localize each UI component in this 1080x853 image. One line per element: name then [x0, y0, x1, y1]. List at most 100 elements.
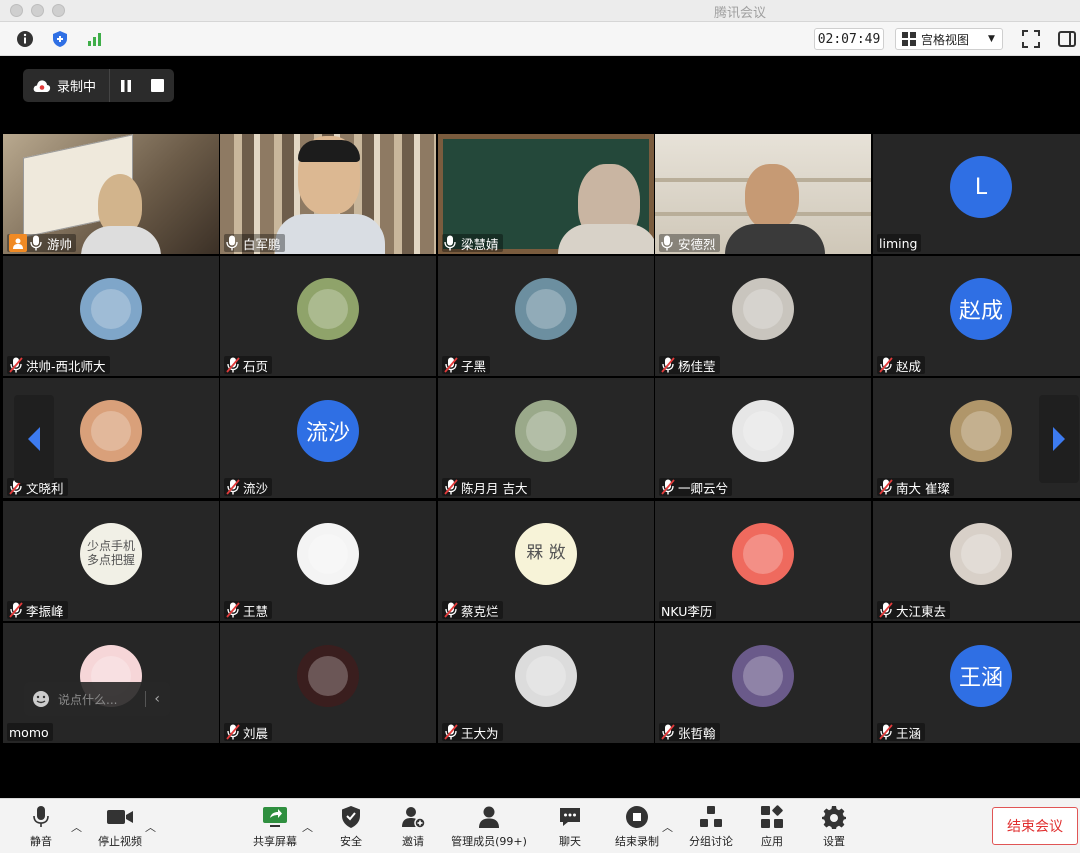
- avatar: [950, 523, 1012, 585]
- avatar-initials: 流沙: [305, 421, 350, 446]
- end-meeting-button[interactable]: 结束会议: [992, 807, 1078, 845]
- participant-nametag: 李振峰: [7, 601, 68, 619]
- participant-tile[interactable]: 槑 敚蔡克烂: [438, 501, 654, 621]
- cloud-icon: [33, 79, 51, 93]
- participant-tile[interactable]: 刘晨: [220, 623, 436, 743]
- next-page-button[interactable]: [1039, 395, 1079, 483]
- participant-tile[interactable]: 子黑: [438, 256, 654, 376]
- window-title: 腾讯会议: [713, 6, 766, 21]
- participant-name: liming: [879, 235, 918, 251]
- mute-button[interactable]: 静音: [6, 805, 76, 849]
- participant-tile[interactable]: 陈月月 吉大: [438, 378, 654, 498]
- participant-nametag: liming: [877, 234, 922, 252]
- microphone-icon: [30, 235, 44, 251]
- collapse-chat-icon[interactable]: ‹: [145, 691, 160, 707]
- participant-name: 子黑: [461, 358, 487, 374]
- participant-tile[interactable]: 大江東去: [873, 501, 1080, 621]
- avatar: [515, 278, 577, 340]
- participant-tile[interactable]: 王慧: [220, 501, 436, 621]
- host-badge-icon: [9, 234, 27, 252]
- chevron-down-icon: ▼: [988, 34, 995, 44]
- meeting-toolbar: 02:07:49 宫格视图 ▼: [0, 22, 1080, 56]
- title-bar: 腾讯会议: [0, 0, 1080, 22]
- participant-tile[interactable]: 张哲翰: [655, 623, 871, 743]
- fullscreen-icon[interactable]: [1022, 30, 1040, 48]
- participant-name: 王大为: [461, 725, 499, 741]
- avatar: [297, 278, 359, 340]
- record-options-caret[interactable]: ︿: [662, 819, 673, 835]
- participant-tile[interactable]: 白军鹏: [220, 134, 436, 254]
- microphone-icon: [226, 235, 240, 251]
- avatar: [732, 278, 794, 340]
- participant-nametag: 一卿云兮: [659, 478, 733, 496]
- participant-name: 王涵: [896, 725, 922, 741]
- participant-tile[interactable]: 赵成 赵成: [873, 256, 1080, 376]
- participant-tile[interactable]: 洪帅-西北师大: [3, 256, 219, 376]
- settings-button[interactable]: 设置: [799, 805, 869, 849]
- participant-tile[interactable]: 游帅: [3, 134, 219, 254]
- emoji-icon[interactable]: [32, 690, 50, 708]
- participant-tile[interactable]: 杨佳莹: [655, 256, 871, 376]
- chat-button[interactable]: 聊天: [535, 805, 605, 849]
- grid-icon: [902, 32, 916, 46]
- muted-microphone-icon: [444, 357, 458, 373]
- prev-page-button[interactable]: [14, 395, 54, 483]
- participant-nametag: 游帅: [7, 234, 77, 252]
- recording-indicator: 录制中: [23, 69, 174, 102]
- video-stage: 录制中 游帅 白军鹏 梁慧婧 安德烈 Lliming 洪帅-西北师大 石页 子黑 杨佳莹 赵成 赵成…: [0, 56, 1080, 798]
- avatar-caption: 多点把握: [86, 553, 135, 567]
- participant-nametag: 王大为: [442, 723, 503, 741]
- stop-icon: [151, 79, 164, 92]
- muted-microphone-icon: [879, 602, 893, 618]
- manage-members-button[interactable]: 管理成员(99+): [450, 805, 528, 849]
- video-options-caret[interactable]: ︿: [145, 819, 156, 835]
- participant-tile[interactable]: 石页: [220, 256, 436, 376]
- participant-name: NKU李历: [661, 603, 713, 619]
- add-user-icon: [401, 805, 425, 829]
- view-selector-label: 宫格视图: [921, 32, 970, 47]
- share-options-caret[interactable]: ︿: [302, 819, 313, 835]
- participant-name: 南大 崔璨: [896, 480, 950, 496]
- participant-tile[interactable]: Lliming: [873, 134, 1080, 254]
- signal-icon[interactable]: [85, 30, 103, 48]
- shield-icon[interactable]: [51, 30, 69, 48]
- pause-recording-button[interactable]: [109, 69, 141, 102]
- avatar: [297, 645, 359, 707]
- apps-button[interactable]: 应用: [737, 805, 807, 849]
- participant-nametag: 梁慧婧: [442, 234, 503, 252]
- chat-input-placeholder[interactable]: 说点什么...: [58, 691, 117, 708]
- participant-name: 洪帅-西北师大: [26, 358, 106, 374]
- participant-tile[interactable]: 流沙 流沙: [220, 378, 436, 498]
- participant-nametag: momo: [7, 723, 53, 741]
- participant-tile[interactable]: 王涵 王涵: [873, 623, 1080, 743]
- participant-nametag: 洪帅-西北师大: [7, 356, 110, 374]
- info-icon[interactable]: [16, 30, 34, 48]
- avatar-caption: 少点手机: [86, 539, 135, 554]
- view-selector[interactable]: 宫格视图 ▼: [895, 28, 1003, 50]
- quick-chat-box[interactable]: 说点什么... ‹: [24, 682, 170, 716]
- avatar: 王涵: [950, 645, 1012, 707]
- breakout-rooms-button[interactable]: 分组讨论: [676, 805, 746, 849]
- muted-microphone-icon: [661, 724, 675, 740]
- invite-button[interactable]: 邀请: [378, 805, 448, 849]
- participant-tile[interactable]: 安德烈: [655, 134, 871, 254]
- audio-options-caret[interactable]: ︿: [71, 819, 82, 835]
- participant-tile[interactable]: 少点手机 多点把握李振峰: [3, 501, 219, 621]
- participant-name: 王慧: [243, 603, 269, 619]
- muted-microphone-icon: [226, 357, 240, 373]
- chevron-left-icon: [28, 427, 40, 451]
- video-camera-icon: [106, 805, 134, 829]
- muted-microphone-icon: [879, 724, 893, 740]
- participant-tile[interactable]: 梁慧婧: [438, 134, 654, 254]
- microphone-icon: [33, 805, 49, 829]
- participant-tile[interactable]: NKU李历: [655, 501, 871, 621]
- participant-nametag: 石页: [224, 356, 273, 374]
- participant-tile[interactable]: 一卿云兮: [655, 378, 871, 498]
- security-button[interactable]: 安全: [316, 805, 386, 849]
- sidebar-toggle-icon[interactable]: [1058, 30, 1076, 48]
- participant-tile[interactable]: 王大为: [438, 623, 654, 743]
- stop-recording-button[interactable]: [141, 69, 174, 102]
- share-screen-button[interactable]: 共享屏幕: [240, 805, 310, 849]
- participant-nametag: 蔡克烂: [442, 601, 503, 619]
- participant-name: 石页: [243, 358, 269, 374]
